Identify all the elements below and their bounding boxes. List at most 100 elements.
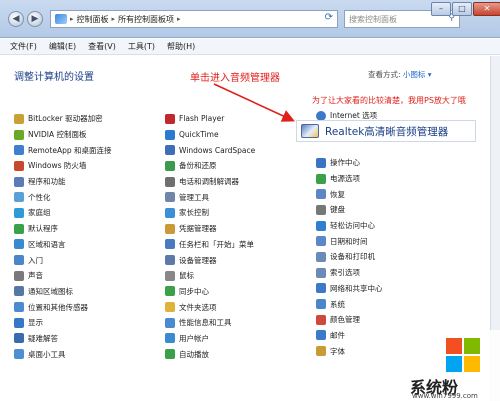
control-panel-item[interactable]: 自动播放 bbox=[165, 346, 255, 362]
control-panel-item[interactable]: 家长控制 bbox=[165, 205, 255, 221]
item-icon bbox=[14, 160, 24, 171]
item-label: 桌面小工具 bbox=[28, 349, 66, 359]
control-panel-item[interactable]: 系统 bbox=[316, 296, 383, 312]
item-icon bbox=[316, 236, 326, 247]
control-panel-item[interactable]: 操作中心 bbox=[316, 155, 383, 171]
item-label: 管理工具 bbox=[179, 192, 209, 202]
maximize-button[interactable]: □ bbox=[452, 2, 472, 16]
control-panel-item[interactable]: 电话和调制解调器 bbox=[165, 174, 255, 190]
control-panel-item[interactable]: 任务栏和「开始」菜单 bbox=[165, 237, 255, 253]
control-panel-item[interactable]: 桌面小工具 bbox=[14, 346, 111, 362]
control-panel-item[interactable]: 恢复 bbox=[316, 186, 383, 202]
control-panel-item[interactable]: Windows 防火墙 bbox=[14, 158, 111, 174]
logo-square bbox=[446, 356, 462, 372]
items-column-1: BitLocker 驱动器加密 NVIDIA 控制面板 RemoteApp 和桌面连… bbox=[14, 111, 111, 362]
control-panel-item[interactable]: BitLocker 驱动器加密 bbox=[14, 111, 111, 127]
control-panel-item[interactable]: 入门 bbox=[14, 252, 111, 268]
item-icon bbox=[14, 145, 24, 156]
control-panel-item[interactable]: 个性化 bbox=[14, 189, 111, 205]
view-by-dropdown[interactable]: 小图标 ▾ bbox=[403, 70, 432, 79]
item-icon bbox=[14, 270, 24, 281]
item-icon bbox=[14, 286, 24, 297]
window-controls: – □ ✕ bbox=[430, 2, 500, 18]
control-panel-item[interactable]: 凭据管理器 bbox=[165, 221, 255, 237]
address-bar[interactable]: ▸ 控制面板 ▸ 所有控制面板项 ▸ ⟳ bbox=[50, 10, 338, 28]
control-panel-item[interactable]: 日期和时间 bbox=[316, 233, 383, 249]
control-panel-item[interactable]: 声音 bbox=[14, 268, 111, 284]
control-panel-item[interactable]: 家庭组 bbox=[14, 205, 111, 221]
view-by-label: 查看方式: bbox=[368, 70, 401, 79]
item-label: Windows CardSpace bbox=[179, 145, 256, 155]
control-panel-item[interactable]: 通知区域图标 bbox=[14, 284, 111, 300]
control-panel-item[interactable]: 电源选项 bbox=[316, 171, 383, 187]
control-panel-item[interactable]: 索引选项 bbox=[316, 265, 383, 281]
control-panel-item[interactable]: 用户帐户 bbox=[165, 331, 255, 347]
control-panel-item[interactable]: 备份和还原 bbox=[165, 158, 255, 174]
item-label: 网络和共享中心 bbox=[330, 283, 383, 293]
item-label: 区域和语言 bbox=[28, 239, 66, 249]
control-panel-item[interactable]: 字体 bbox=[316, 343, 383, 359]
menu-tools[interactable]: 工具(T) bbox=[128, 41, 155, 52]
item-icon bbox=[14, 223, 24, 234]
watermark-url: www.win7999.com bbox=[412, 392, 478, 400]
view-by: 查看方式: 小图标 ▾ bbox=[368, 69, 432, 80]
menu-view[interactable]: 查看(V) bbox=[88, 41, 116, 52]
control-panel-item[interactable]: 疑难解答 bbox=[14, 331, 111, 347]
breadcrumb-all-items[interactable]: 所有控制面板项 bbox=[118, 14, 174, 25]
refresh-icon[interactable]: ⟳ bbox=[325, 12, 333, 23]
menu-help[interactable]: 帮助(H) bbox=[167, 41, 195, 52]
control-panel-item[interactable]: 网络和共享中心 bbox=[316, 281, 383, 297]
menu-file[interactable]: 文件(F) bbox=[10, 41, 37, 52]
control-panel-item[interactable]: 同步中心 bbox=[165, 284, 255, 300]
control-panel-item[interactable]: 鼠标 bbox=[165, 268, 255, 284]
items-column-2: Flash Player QuickTime Windows CardSpace 备份… bbox=[165, 111, 255, 362]
title-bar: ◀ ▶ ▸ 控制面板 ▸ 所有控制面板项 ▸ ⟳ 搜索控制面板 ⚲ – □ ✕ bbox=[0, 0, 500, 38]
control-panel-item[interactable]: 管理工具 bbox=[165, 189, 255, 205]
control-panel-item[interactable]: 位置和其他传感器 bbox=[14, 299, 111, 315]
control-panel-item[interactable]: 默认程序 bbox=[14, 221, 111, 237]
item-icon bbox=[165, 302, 175, 313]
item-label: Flash Player bbox=[179, 114, 225, 124]
item-label: 索引选项 bbox=[330, 268, 360, 278]
breadcrumb-control-panel[interactable]: 控制面板 bbox=[77, 14, 109, 25]
item-icon bbox=[165, 176, 175, 187]
control-panel-item[interactable]: 设备管理器 bbox=[165, 252, 255, 268]
item-icon bbox=[14, 239, 24, 250]
item-icon bbox=[316, 283, 326, 294]
item-label: 入门 bbox=[28, 255, 43, 265]
control-panel-item[interactable]: 性能信息和工具 bbox=[165, 315, 255, 331]
chevron-right-icon: ▸ bbox=[70, 15, 74, 23]
control-panel-item[interactable]: 程序和功能 bbox=[14, 174, 111, 190]
control-panel-item[interactable]: RemoteApp 和桌面连接 bbox=[14, 142, 111, 158]
item-label: 字体 bbox=[330, 346, 345, 356]
control-panel-item[interactable]: 设备和打印机 bbox=[316, 249, 383, 265]
control-panel-item[interactable]: 区域和语言 bbox=[14, 237, 111, 253]
item-label: 鼠标 bbox=[179, 271, 194, 281]
item-label: 颜色管理 bbox=[330, 315, 360, 325]
control-panel-item[interactable]: 轻松访问中心 bbox=[316, 218, 383, 234]
close-button[interactable]: ✕ bbox=[473, 2, 500, 16]
forward-button[interactable]: ▶ bbox=[27, 11, 43, 27]
control-panel-item[interactable]: NVIDIA 控制面板 bbox=[14, 127, 111, 143]
item-icon bbox=[316, 267, 326, 278]
control-panel-item[interactable]: Windows CardSpace bbox=[165, 142, 255, 158]
control-panel-item[interactable]: 邮件 bbox=[316, 328, 383, 344]
realtek-audio-manager-item[interactable]: Realtek高清晰音频管理器 bbox=[296, 120, 476, 142]
control-panel-item[interactable]: 颜色管理 bbox=[316, 312, 383, 328]
menu-edit[interactable]: 编辑(E) bbox=[49, 41, 76, 52]
item-icon bbox=[165, 255, 175, 266]
control-panel-item[interactable]: QuickTime bbox=[165, 127, 255, 143]
realtek-icon bbox=[301, 124, 319, 138]
minimize-button[interactable]: – bbox=[431, 2, 451, 16]
item-label: 备份和还原 bbox=[179, 161, 217, 171]
back-button[interactable]: ◀ bbox=[8, 11, 24, 27]
item-icon bbox=[165, 333, 175, 344]
item-icon bbox=[316, 189, 326, 200]
item-label: 家长控制 bbox=[179, 208, 209, 218]
control-panel-item[interactable]: Flash Player bbox=[165, 111, 255, 127]
chevron-right-icon: ▸ bbox=[177, 15, 181, 23]
control-panel-item[interactable]: 文件夹选项 bbox=[165, 299, 255, 315]
control-panel-item[interactable]: 显示 bbox=[14, 315, 111, 331]
control-panel-item[interactable]: 键盘 bbox=[316, 202, 383, 218]
item-label: 家庭组 bbox=[28, 208, 51, 218]
